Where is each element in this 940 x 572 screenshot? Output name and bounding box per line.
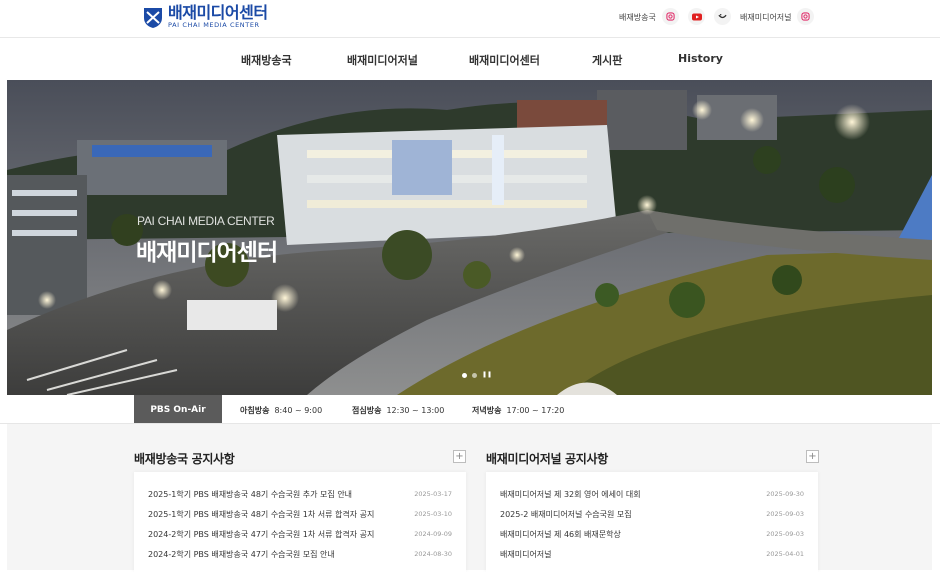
- list-item[interactable]: 2025-2 배재미디어저널 수습국원 모집 2025-09-03: [500, 507, 804, 521]
- broadcast-link[interactable]: 배재방송국: [619, 8, 656, 26]
- journal-more-icon[interactable]: +: [806, 450, 819, 463]
- youtube-icon[interactable]: [688, 8, 705, 25]
- broadcast-more-icon[interactable]: +: [453, 450, 466, 463]
- shield-logo-icon: [144, 7, 162, 28]
- notice-item-title: 배재미디어저널 제 32회 영어 에세이 대회: [500, 489, 641, 499]
- schedule-evening-time: 17:00 ~ 17:20: [506, 406, 565, 415]
- list-item[interactable]: 배재미디어저널 제 32회 영어 에세이 대회 2025-09-30: [500, 487, 804, 501]
- nav-media-center[interactable]: 배재미디어센터: [469, 52, 540, 68]
- broadcast-notice-title: 배재방송국 공지사항: [134, 452, 235, 466]
- schedule-morning-name: 아침방송: [240, 406, 270, 415]
- hero-title: 배재미디어센터: [136, 240, 278, 266]
- nav-broadcast[interactable]: 배재방송국: [241, 52, 292, 68]
- notice-item-date: 2025-09-30: [766, 490, 804, 498]
- schedule-lunch: 점심방송 12:30 ~ 13:00: [352, 405, 444, 416]
- logo-title: 배재미디어센터: [168, 3, 268, 22]
- notice-item-title: 2024-2학기 PBS 배재방송국 47기 수습국원 1차 서류 합격자 공지: [148, 529, 375, 539]
- notice-item-date: 2025-03-17: [414, 490, 452, 498]
- main-nav: 배재방송국 배재미디어저널 배재미디어센터 게시판 History: [0, 39, 940, 81]
- notice-item-title: 2025-1학기 PBS 배재방송국 48기 수습국원 추가 모집 안내: [148, 489, 353, 499]
- list-item[interactable]: 배재미디어저널 2025-04-01: [500, 547, 804, 561]
- notice-item-title: 2025-2 배재미디어저널 수습국원 모집: [500, 509, 632, 519]
- top-bar: 배재미디어센터 PAI CHAI MEDIA CENTER 배재방송국 배재미디…: [0, 0, 940, 38]
- notice-item-date: 2025-09-03: [766, 530, 804, 538]
- notice-item-date: 2024-09-09: [414, 530, 452, 538]
- list-item[interactable]: 2024-2학기 PBS 배재방송국 47기 수습국원 1차 서류 합격자 공지…: [148, 527, 452, 541]
- schedule-morning: 아침방송 8:40 ~ 9:00: [240, 405, 322, 416]
- notice-item-date: 2025-04-01: [766, 550, 804, 558]
- schedule-lunch-time: 12:30 ~ 13:00: [386, 406, 445, 415]
- notice-item-title: 배재미디어저널: [500, 549, 552, 559]
- hero-subtitle: PAI CHAI MEDIA CENTER: [137, 214, 275, 228]
- slide-dot-1[interactable]: [462, 372, 467, 378]
- hero-banner[interactable]: PAI CHAI MEDIA CENTER 배재미디어센터 ❚❚: [7, 80, 932, 395]
- list-item[interactable]: 2024-2학기 PBS 배재방송국 47기 수습국원 모집 안내 2024-0…: [148, 547, 452, 561]
- slide-indicators: ❚❚: [462, 372, 492, 378]
- schedule-lunch-name: 점심방송: [352, 406, 382, 415]
- pause-icon[interactable]: ❚❚: [482, 372, 492, 378]
- journal-link[interactable]: 배재미디어저널: [740, 8, 792, 26]
- nav-journal[interactable]: 배재미디어저널: [347, 52, 418, 68]
- notice-item-date: 2025-03-10: [414, 510, 452, 518]
- nav-history[interactable]: History: [678, 52, 723, 65]
- slide-dot-2[interactable]: [472, 372, 477, 378]
- list-item[interactable]: 2025-1학기 PBS 배재방송국 48기 수습국원 1차 서류 합격자 공지…: [148, 507, 452, 521]
- notice-item-date: 2024-08-30: [414, 550, 452, 558]
- journal-notice-title: 배재미디어저널 공지사항: [486, 452, 609, 466]
- notice-item-date: 2025-09-03: [766, 510, 804, 518]
- schedule-morning-time: 8:40 ~ 9:00: [274, 406, 323, 415]
- broadcast-notice-card: 2025-1학기 PBS 배재방송국 48기 수습국원 추가 모집 안내 202…: [134, 472, 466, 572]
- notice-item-title: 2025-1학기 PBS 배재방송국 48기 수습국원 1차 서류 합격자 공지: [148, 509, 375, 519]
- site-logo[interactable]: 배재미디어센터 PAI CHAI MEDIA CENTER: [143, 5, 268, 30]
- list-item[interactable]: 2025-1학기 PBS 배재방송국 48기 수습국원 추가 모집 안내 202…: [148, 487, 452, 501]
- schedule-evening: 저녁방송 17:00 ~ 17:20: [472, 405, 564, 416]
- notice-item-title: 2024-2학기 PBS 배재방송국 47기 수습국원 모집 안내: [148, 549, 335, 559]
- onair-label[interactable]: PBS On-Air: [134, 395, 222, 424]
- instagram-icon[interactable]: [662, 8, 679, 25]
- list-item[interactable]: 배재미디어저널 제 46회 배재문학상 2025-09-03: [500, 527, 804, 541]
- instagram-icon-journal[interactable]: [797, 8, 814, 25]
- logo-subtitle: PAI CHAI MEDIA CENTER: [168, 21, 260, 29]
- schedule-evening-name: 저녁방송: [472, 406, 502, 415]
- kakao-icon[interactable]: [714, 8, 731, 25]
- journal-notice-card: 배재미디어저널 제 32회 영어 에세이 대회 2025-09-30 2025-…: [486, 472, 818, 572]
- notice-item-title: 배재미디어저널 제 46회 배재문학상: [500, 529, 621, 539]
- nav-board[interactable]: 게시판: [592, 52, 622, 68]
